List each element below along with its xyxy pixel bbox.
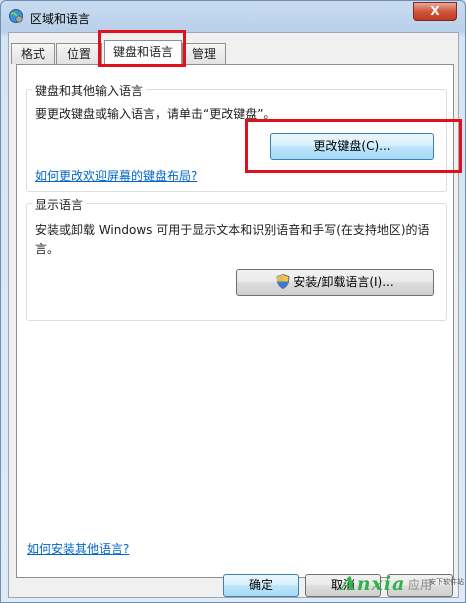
display-language-description: 安装或卸载 Windows 可用于显示文本和识别语音和手写(在支持地区)的语言。 <box>35 223 430 256</box>
site-watermark: Anxia <box>341 573 406 595</box>
tab-administrative[interactable]: 管理 <box>182 43 226 64</box>
dialog-window: 区域和语言 X 格式 位置 键盘和语言 管理 键盘和其他输入语言 要更改键盘或输… <box>0 0 466 603</box>
close-button[interactable]: X <box>413 2 457 21</box>
keyboard-group-title: 键盘和其他输入语言 <box>32 82 147 99</box>
tab-format[interactable]: 格式 <box>11 43 55 64</box>
tab-highlight-box <box>98 30 186 67</box>
tab-location[interactable]: 位置 <box>56 43 102 64</box>
install-other-languages-link[interactable]: 如何安装其他语言? <box>27 540 129 557</box>
install-uninstall-languages-label: 安装/卸载语言(I)... <box>293 275 394 289</box>
install-uninstall-languages-button[interactable]: 安装/卸载语言(I)... <box>236 269 434 296</box>
close-icon: X <box>430 4 440 18</box>
ok-button[interactable]: 确定 <box>223 574 299 597</box>
uac-shield-icon <box>276 274 290 289</box>
title-bar[interactable]: 区域和语言 X <box>1 1 465 35</box>
display-language-group-title: 显示语言 <box>32 196 87 213</box>
welcome-screen-keyboard-link[interactable]: 如何更改欢迎屏幕的键盘布局? <box>35 167 197 184</box>
window-title: 区域和语言 <box>30 12 91 26</box>
button-highlight-box <box>245 119 462 173</box>
tab-administrative-label: 管理 <box>191 47 216 61</box>
tab-location-label: 位置 <box>66 47 91 61</box>
globe-icon <box>9 9 23 23</box>
keyboard-description: 要更改键盘或输入语言，请单击“更改键盘”。 <box>35 107 276 121</box>
site-watermark-sub: 安下软件站 <box>429 578 464 586</box>
tab-format-label: 格式 <box>20 47 45 61</box>
